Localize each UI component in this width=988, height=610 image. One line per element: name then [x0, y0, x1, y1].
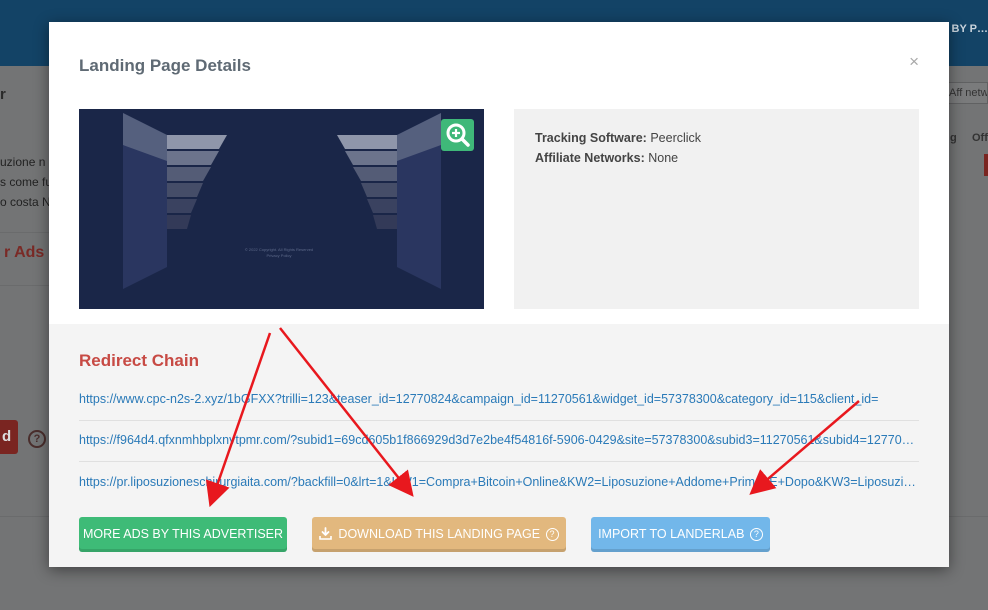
- help-circle-icon[interactable]: ?: [545, 528, 559, 541]
- background-ads-heading: r Ads: [4, 244, 45, 261]
- help-circle-icon[interactable]: ?: [749, 528, 763, 541]
- close-button[interactable]: ×: [909, 52, 919, 72]
- background-column-label: Off: [972, 132, 988, 144]
- download-button-label: DOWNLOAD THIS LANDING PAGE: [338, 527, 541, 541]
- tracking-software-row: Tracking Software: Peerclick: [535, 128, 898, 148]
- redirect-url-divider: [79, 420, 919, 421]
- more-ads-button-label: MORE ADS BY THIS ADVERTISER: [82, 527, 284, 541]
- redirect-url-link[interactable]: https://pr.liposuzioneschirurgiaita.com/…: [79, 475, 919, 489]
- affiliate-networks-value: None: [648, 151, 679, 165]
- affiliate-networks-label: Affiliate Networks:: [535, 151, 645, 165]
- download-landing-page-button[interactable]: DOWNLOAD THIS LANDING PAGE ?: [312, 517, 566, 552]
- landing-page-details-modal: Landing Page Details × © 2022 Copyright.: [49, 22, 949, 567]
- affiliate-networks-row: Affiliate Networks: None: [535, 148, 898, 168]
- preview-privacy-text: Privacy Policy: [266, 253, 292, 258]
- tracking-software-label: Tracking Software:: [535, 131, 647, 145]
- modal-title: Landing Page Details: [79, 56, 251, 75]
- background-divider: [0, 232, 49, 233]
- import-button-label: IMPORT TO LANDERLAB: [598, 527, 745, 541]
- preview-image: [79, 109, 484, 309]
- background-column-label: g: [950, 132, 957, 144]
- background-red-badge: [984, 154, 988, 176]
- landing-page-preview: © 2022 Copyright. All Rights Reserved Pr…: [79, 109, 484, 309]
- redirect-url-link[interactable]: https://www.cpc-n2s-2.xyz/1bGFXX?trilli=…: [79, 392, 919, 406]
- redirect-chain-title: Redirect Chain: [79, 351, 199, 370]
- redirect-url-link[interactable]: https://f964d4.qfxnmhbplxnvtpmr.com/?sub…: [79, 433, 919, 447]
- background-title: r: [0, 86, 6, 103]
- download-icon: [319, 527, 333, 540]
- landing-page-info-box: Tracking Software: Peerclick Affiliate N…: [514, 109, 919, 309]
- redirect-chain-section: Redirect Chain https://www.cpc-n2s-2.xyz…: [49, 324, 949, 567]
- background-brand-text: BY P…: [951, 23, 988, 35]
- import-to-landerlab-button[interactable]: IMPORT TO LANDERLAB ?: [591, 517, 770, 552]
- tracking-software-value: Peerclick: [650, 131, 702, 145]
- more-ads-by-advertiser-button[interactable]: MORE ADS BY THIS ADVERTISER: [79, 517, 287, 552]
- background-divider: [0, 285, 49, 286]
- zoom-preview-button[interactable]: [441, 119, 474, 151]
- redirect-url-divider: [79, 461, 919, 462]
- background-red-button[interactable]: d: [0, 420, 18, 454]
- background-help-icon[interactable]: ?: [28, 430, 46, 448]
- background-text-line: o costa N: [0, 195, 51, 209]
- background-text-line: s come fu: [0, 175, 53, 189]
- background-aff-network-input[interactable]: Aff netw: [944, 82, 988, 104]
- magnifier-plus-icon: [446, 123, 470, 147]
- background-text-line: uzione n: [0, 155, 46, 169]
- preview-footer-text: © 2022 Copyright. All Rights Reserved Pr…: [239, 247, 319, 259]
